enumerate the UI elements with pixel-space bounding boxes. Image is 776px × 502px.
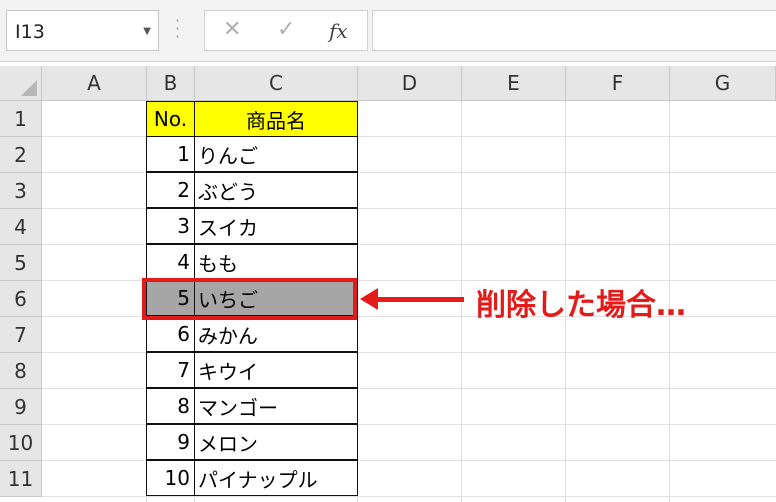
cell-no[interactable]: 1 bbox=[146, 136, 195, 172]
name-box-value: I13 bbox=[15, 21, 45, 43]
cell-no[interactable]: 4 bbox=[146, 244, 195, 280]
cell-name[interactable]: パイナップル bbox=[194, 460, 358, 496]
cell-name[interactable]: りんご bbox=[194, 136, 358, 172]
cell-no[interactable]: 8 bbox=[146, 388, 195, 424]
formula-buttons: ✕ ✓ fx bbox=[204, 10, 368, 51]
cell-name[interactable]: スイカ bbox=[194, 208, 358, 244]
insert-function-icon[interactable]: fx bbox=[329, 19, 348, 43]
row-header-2[interactable]: 2 bbox=[0, 137, 42, 173]
drag-handle-icon[interactable]: · · · bbox=[175, 13, 180, 45]
annotation-label: 削除した場合… bbox=[476, 288, 686, 323]
formula-bar-area: I13 ▼ · · · ✕ ✓ fx bbox=[0, 0, 776, 62]
row-header-8[interactable]: 8 bbox=[0, 353, 42, 389]
select-all-icon bbox=[21, 80, 37, 96]
cell-name[interactable]: みかん bbox=[194, 316, 358, 352]
cell-no[interactable]: 9 bbox=[146, 424, 195, 460]
arrow-line bbox=[376, 297, 464, 302]
column-header-e[interactable]: E bbox=[462, 66, 566, 101]
row-header-4[interactable]: 4 bbox=[0, 209, 42, 245]
cell-no[interactable]: 3 bbox=[146, 208, 195, 244]
column-header-c[interactable]: C bbox=[195, 66, 358, 101]
column-header-d[interactable]: D bbox=[358, 66, 462, 101]
column-header-b[interactable]: B bbox=[147, 66, 195, 101]
row-header-5[interactable]: 5 bbox=[0, 245, 42, 281]
cancel-icon[interactable]: ✕ bbox=[223, 17, 241, 42]
cell-name[interactable]: ぶどう bbox=[194, 172, 358, 208]
column-header-g[interactable]: G bbox=[670, 66, 776, 101]
row-header-6[interactable]: 6 bbox=[0, 281, 42, 317]
row-header-1[interactable]: 1 bbox=[0, 101, 42, 137]
row-header-10[interactable]: 10 bbox=[0, 425, 42, 461]
row-header-3[interactable]: 3 bbox=[0, 173, 42, 209]
chevron-down-icon[interactable]: ▼ bbox=[143, 26, 151, 37]
cell-name[interactable]: キウイ bbox=[194, 352, 358, 388]
cell-no[interactable]: 10 bbox=[146, 460, 195, 496]
header-cell-no[interactable]: No. bbox=[146, 101, 195, 137]
row-header-11[interactable]: 11 bbox=[0, 461, 42, 497]
row-header-7[interactable]: 7 bbox=[0, 317, 42, 353]
formula-input[interactable] bbox=[372, 10, 776, 51]
highlight-box bbox=[142, 278, 357, 320]
cell-name[interactable]: メロン bbox=[194, 424, 358, 460]
column-header-f[interactable]: F bbox=[566, 66, 670, 101]
row-header-9[interactable]: 9 bbox=[0, 389, 42, 425]
enter-icon[interactable]: ✓ bbox=[277, 17, 295, 42]
name-box[interactable]: I13 ▼ bbox=[6, 10, 159, 51]
cell-no[interactable]: 2 bbox=[146, 172, 195, 208]
column-header-a[interactable]: A bbox=[42, 66, 147, 101]
select-all-button[interactable] bbox=[0, 66, 42, 101]
cell-no[interactable]: 6 bbox=[146, 316, 195, 352]
cell-name[interactable]: マンゴー bbox=[194, 388, 358, 424]
cell-no[interactable]: 7 bbox=[146, 352, 195, 388]
header-cell-name[interactable]: 商品名 bbox=[194, 101, 358, 137]
cell-name[interactable]: もも bbox=[194, 244, 358, 280]
